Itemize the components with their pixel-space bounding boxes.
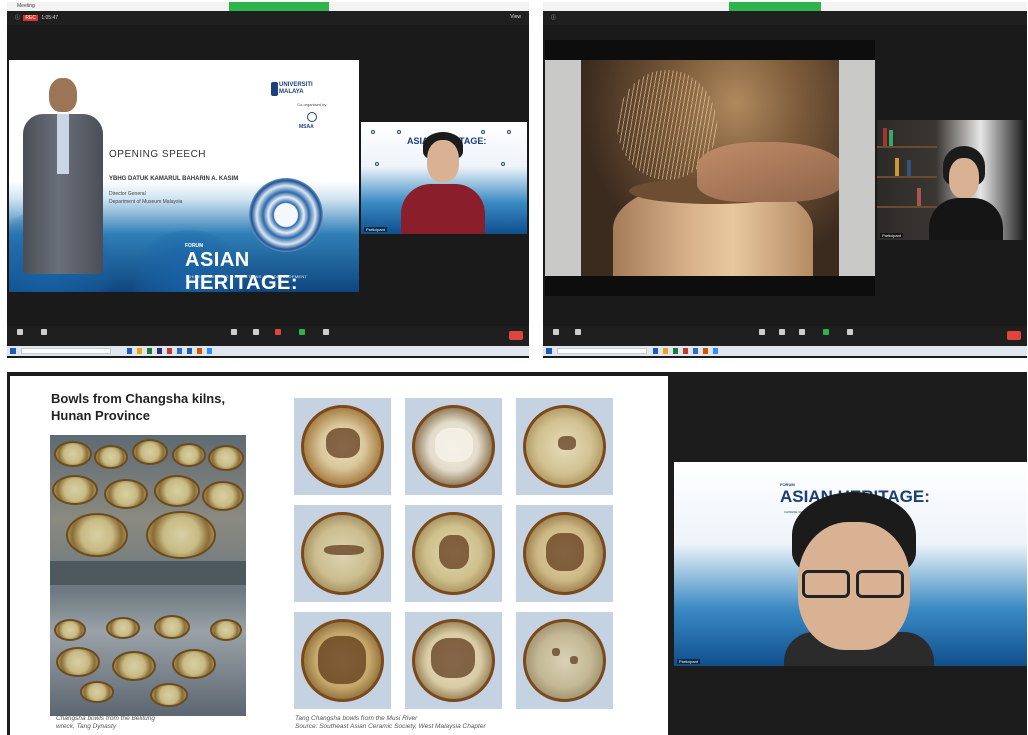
right-caption: Tang Changsha bowls from the Musi River … — [295, 715, 486, 730]
status-indicators: ⓘ — [551, 14, 556, 21]
app-icon[interactable] — [157, 348, 162, 354]
windows-taskbar — [7, 346, 529, 356]
rec-badge[interactable]: REC — [23, 15, 38, 21]
slide-title: Bowls from Changsha kilns, Hunan Provinc… — [51, 391, 226, 423]
taskbar-search[interactable] — [557, 348, 647, 354]
bowl-image — [405, 505, 502, 602]
chat-icon[interactable] — [273, 329, 283, 339]
app-icon[interactable] — [147, 348, 152, 354]
bowl-image — [405, 612, 502, 709]
pottery-image — [581, 60, 839, 276]
zoom-window-2: ⓘ Participant — [543, 2, 1027, 358]
windows-taskbar — [543, 346, 1027, 356]
shared-video — [545, 40, 875, 296]
app-icon[interactable] — [713, 348, 718, 354]
meeting-top-bar: ⓘ — [543, 11, 1027, 25]
app-icon[interactable] — [653, 348, 658, 354]
shield-icon[interactable] — [757, 329, 767, 339]
shared-slide: Bowls from Changsha kilns, Hunan Provinc… — [10, 376, 668, 735]
app-icon[interactable] — [167, 348, 172, 354]
organiser-label: Co-organised by — [297, 102, 327, 107]
people-icon[interactable] — [251, 329, 261, 339]
participant-person — [674, 462, 1027, 666]
bowl-image — [294, 398, 391, 495]
bowl-image — [516, 505, 613, 602]
app-icon[interactable] — [693, 348, 698, 354]
partner-label: MSAA — [299, 124, 314, 130]
bowl-image — [294, 505, 391, 602]
record-icon[interactable] — [321, 329, 331, 339]
participant-name: Participant — [880, 233, 903, 238]
microphone-icon[interactable] — [551, 329, 561, 339]
title-bar — [543, 2, 1027, 11]
status-indicators: ⓘ REC 1:05:47 — [15, 14, 58, 21]
meeting-indicator-bar[interactable] — [729, 2, 821, 11]
meeting-top-bar: ⓘ REC 1:05:47 View — [7, 11, 529, 25]
app-icon[interactable] — [703, 348, 708, 354]
participant-video[interactable]: ASIAN HERITAGE: Participant — [361, 122, 527, 234]
share-screen-icon[interactable] — [297, 329, 307, 339]
camera-icon[interactable] — [573, 329, 583, 339]
app-icon[interactable] — [673, 348, 678, 354]
event-subtitle: CHINESE CERAMIC COLLECTIONS AND DEVELOPM… — [187, 274, 308, 279]
chat-icon[interactable] — [797, 329, 807, 339]
msaa-logo-icon — [307, 112, 317, 122]
slide-heading: OPENING SPEECH — [109, 149, 207, 160]
participant-person — [361, 122, 527, 234]
info-icon[interactable]: ⓘ — [551, 15, 556, 21]
speaker-photo — [23, 78, 103, 274]
app-icon[interactable] — [197, 348, 202, 354]
bowl-image — [516, 398, 613, 495]
speaker-role: Director General Department of Museum Ma… — [109, 191, 183, 205]
timer: 1:05:47 — [41, 15, 59, 21]
bowl-image — [405, 398, 502, 495]
participant-video[interactable]: Participant — [877, 120, 1025, 240]
zoom-window-3: Bowls from Changsha kilns, Hunan Provinc… — [7, 372, 1027, 735]
app-icon[interactable] — [663, 348, 668, 354]
speaker-name: YBHG DATUK KAMARUL BAHARIN A. KASIM — [109, 176, 239, 182]
app-icon[interactable] — [683, 348, 688, 354]
zoom-window-1: Meeting ⓘ REC 1:05:47 View OPENING SPEEC… — [7, 2, 529, 358]
info-icon[interactable]: ⓘ — [15, 15, 20, 21]
changsha-bowls-photo — [50, 435, 246, 716]
meeting-indicator-bar[interactable] — [229, 2, 329, 11]
shared-slide: OPENING SPEECH YBHG DATUK KAMARUL BAHARI… — [9, 60, 359, 292]
people-icon[interactable] — [777, 329, 787, 339]
app-icon[interactable] — [207, 348, 212, 354]
university-crest-icon — [271, 82, 278, 96]
meeting-controls — [543, 326, 1027, 346]
windows-start-icon[interactable] — [10, 348, 16, 354]
shield-icon[interactable] — [229, 329, 239, 339]
camera-icon[interactable] — [39, 329, 49, 339]
participant-video[interactable]: FORUM ASIAN HERITAGE: CHINESE CERAMIC CO… — [674, 462, 1027, 666]
record-icon[interactable] — [845, 329, 855, 339]
app-title: Meeting — [17, 3, 35, 9]
bowl-image — [516, 612, 613, 709]
leave-button[interactable] — [1007, 331, 1021, 340]
event-title: ASIAN HERITAGE: — [185, 249, 299, 292]
university-logo: UNIVERSITI MALAYA — [279, 82, 313, 95]
left-caption: Changsha bowls from the Belitung wreck, … — [56, 715, 156, 730]
taskbar-search[interactable] — [21, 348, 111, 354]
porcelain-plate-image — [249, 178, 323, 252]
view-button[interactable]: View — [510, 14, 521, 20]
share-screen-icon[interactable] — [821, 329, 831, 339]
leave-button[interactable] — [509, 331, 523, 340]
app-icon[interactable] — [137, 348, 142, 354]
title-bar: Meeting — [7, 2, 529, 11]
participant-name: Participant — [364, 227, 387, 232]
participant-name: Participant — [677, 659, 700, 664]
app-icon[interactable] — [187, 348, 192, 354]
app-icon[interactable] — [177, 348, 182, 354]
windows-start-icon[interactable] — [546, 348, 552, 354]
microphone-icon[interactable] — [15, 329, 25, 339]
participant-person — [877, 120, 1025, 240]
bowl-image — [294, 612, 391, 709]
app-icon[interactable] — [127, 348, 132, 354]
meeting-controls — [7, 326, 529, 346]
